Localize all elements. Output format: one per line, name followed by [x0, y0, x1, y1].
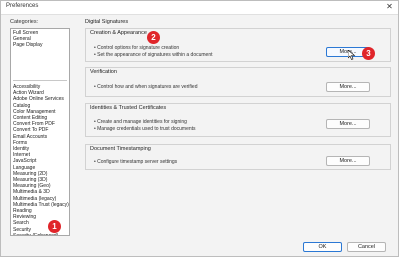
category-item[interactable]: Security (Enhanced) — [12, 233, 68, 235]
window-title: Preferences — [6, 3, 39, 9]
preferences-dialog: Preferences ✕ Categories: Full Screen Gen… — [0, 0, 399, 257]
identities-more-button[interactable]: More... — [326, 119, 370, 129]
mouse-cursor-icon — [348, 50, 356, 60]
categories-divider — [13, 80, 67, 81]
close-icon[interactable]: ✕ — [384, 2, 395, 12]
section-bullet: • Set the appearance of signatures withi… — [94, 52, 213, 58]
section-bullet: • Control how and when signatures are ve… — [94, 84, 198, 90]
ok-button[interactable]: OK — [303, 242, 342, 252]
panel-title: Digital Signatures — [85, 19, 129, 25]
creation-appearance-section: Creation & Appearance • Control options … — [85, 28, 391, 62]
step-badge-3: 3 — [362, 47, 375, 60]
step-badge-1: 1 — [48, 220, 61, 233]
title-bar: Preferences ✕ — [1, 1, 398, 15]
timestamping-section: Document Timestamping • Configure timest… — [85, 144, 391, 170]
section-title: Document Timestamping — [90, 146, 151, 152]
category-item[interactable]: Page Display — [12, 42, 68, 49]
section-title: Identities & Trusted Certificates — [90, 105, 167, 111]
cancel-button[interactable]: Cancel — [347, 242, 386, 252]
step-badge-2: 2 — [147, 31, 160, 44]
verification-more-button[interactable]: More... — [326, 82, 370, 92]
timestamping-more-button[interactable]: More... — [326, 156, 370, 166]
categories-list[interactable]: Full Screen General Page Display Accessibil… — [10, 28, 70, 236]
categories-label: Categories: — [10, 19, 39, 25]
section-bullet: • Manage credentials used to trust docum… — [94, 126, 196, 132]
digital-signatures-panel: Digital Signatures Creation & Appearance… — [85, 19, 391, 231]
section-bullet: • Create and manage identities for signi… — [94, 119, 187, 125]
section-title: Verification — [90, 69, 117, 75]
section-bullet: • Configure timestamp server settings — [94, 159, 178, 165]
section-title: Creation & Appearance — [90, 30, 147, 36]
identities-section: Identities & Trusted Certificates • Crea… — [85, 103, 391, 137]
verification-section: Verification • Control how and when sign… — [85, 67, 391, 97]
section-bullet: • Control options for signature creation — [94, 45, 180, 51]
